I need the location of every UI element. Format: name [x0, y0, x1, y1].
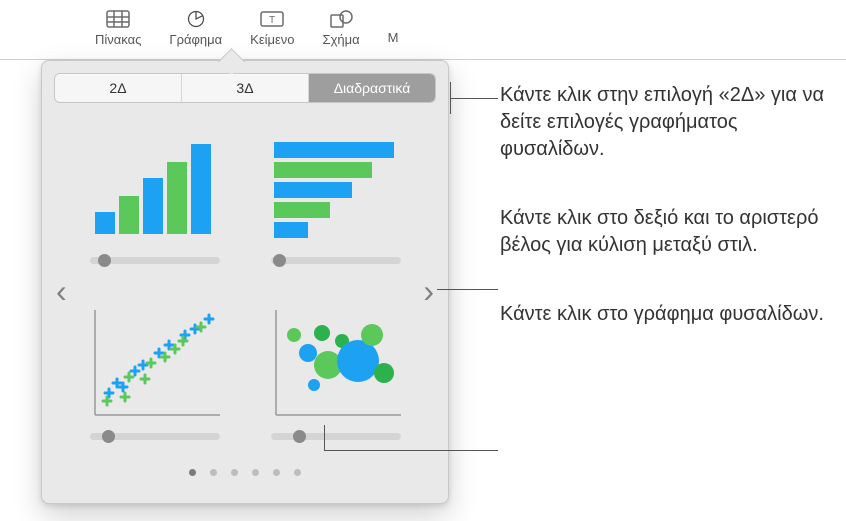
chart-option-column[interactable] — [74, 121, 235, 285]
callouts: Κάντε κλικ στην επιλογή «2Δ» για να δείτ… — [500, 82, 830, 370]
chart-picker-popover: 2Δ 3Δ Διαδραστικά ‹ › — [41, 60, 449, 504]
chart-grid — [74, 121, 416, 461]
page-dot[interactable] — [273, 469, 280, 476]
text-box-icon: T — [258, 8, 286, 30]
toolbar-shape-label: Σχήμα — [323, 32, 360, 47]
toolbar-more: Μ — [388, 30, 399, 47]
callout-line — [324, 450, 498, 451]
style-slider[interactable] — [90, 433, 220, 440]
page-dot[interactable] — [210, 469, 217, 476]
callout-line — [437, 289, 498, 290]
seg-2d[interactable]: 2Δ — [55, 74, 182, 102]
toolbar-chart-label: Γράφημα — [169, 32, 222, 47]
toolbar-text[interactable]: T Κείμενο — [250, 8, 294, 47]
toolbar-text-label: Κείμενο — [250, 32, 294, 47]
chart-dimension-segmented: 2Δ 3Δ Διαδραστικά — [54, 73, 436, 103]
style-slider[interactable] — [271, 433, 401, 440]
callout-line — [450, 98, 498, 99]
toolbar-shape[interactable]: Σχήμα — [323, 8, 360, 47]
chart-option-bubble[interactable] — [255, 297, 416, 461]
chevron-right-icon[interactable]: › — [423, 275, 434, 307]
style-slider[interactable] — [90, 257, 220, 264]
shape-icon — [327, 8, 355, 30]
chevron-left-icon[interactable]: ‹ — [56, 275, 67, 307]
style-slider[interactable] — [271, 257, 401, 264]
chart-option-scatter[interactable] — [74, 297, 235, 461]
page-dots — [54, 469, 436, 476]
page-dot[interactable] — [189, 469, 196, 476]
toolbar-table[interactable]: Πίνακας — [95, 8, 141, 47]
chart-grid-area: ‹ › — [54, 121, 436, 461]
chart-option-bar[interactable] — [255, 121, 416, 285]
callout-line — [450, 82, 451, 114]
toolbar-table-label: Πίνακας — [95, 32, 141, 47]
callout-arrows: Κάντε κλικ στο δεξιό και το αριστερό βέλ… — [500, 205, 830, 259]
seg-3d[interactable]: 3Δ — [182, 74, 309, 102]
callout-2d: Κάντε κλικ στην επιλογή «2Δ» για να δείτ… — [500, 82, 830, 163]
scatter-chart-icon — [85, 305, 225, 425]
bubble-chart-icon — [266, 305, 406, 425]
bar-chart-icon — [266, 129, 406, 249]
callout-bubble: Κάντε κλικ στο γράφημα φυσαλίδων. — [500, 301, 830, 328]
page-dot[interactable] — [231, 469, 238, 476]
callout-line — [324, 425, 325, 451]
table-icon — [104, 8, 132, 30]
toolbar: Πίνακας Γράφημα T Κείμενο Σχήμα Μ — [0, 0, 846, 60]
page-dot[interactable] — [252, 469, 259, 476]
seg-interactive[interactable]: Διαδραστικά — [309, 74, 435, 102]
toolbar-chart[interactable]: Γράφημα — [169, 8, 222, 47]
page-dot[interactable] — [294, 469, 301, 476]
svg-text:T: T — [269, 15, 275, 26]
pie-chart-icon — [182, 8, 210, 30]
column-chart-icon — [85, 129, 225, 249]
